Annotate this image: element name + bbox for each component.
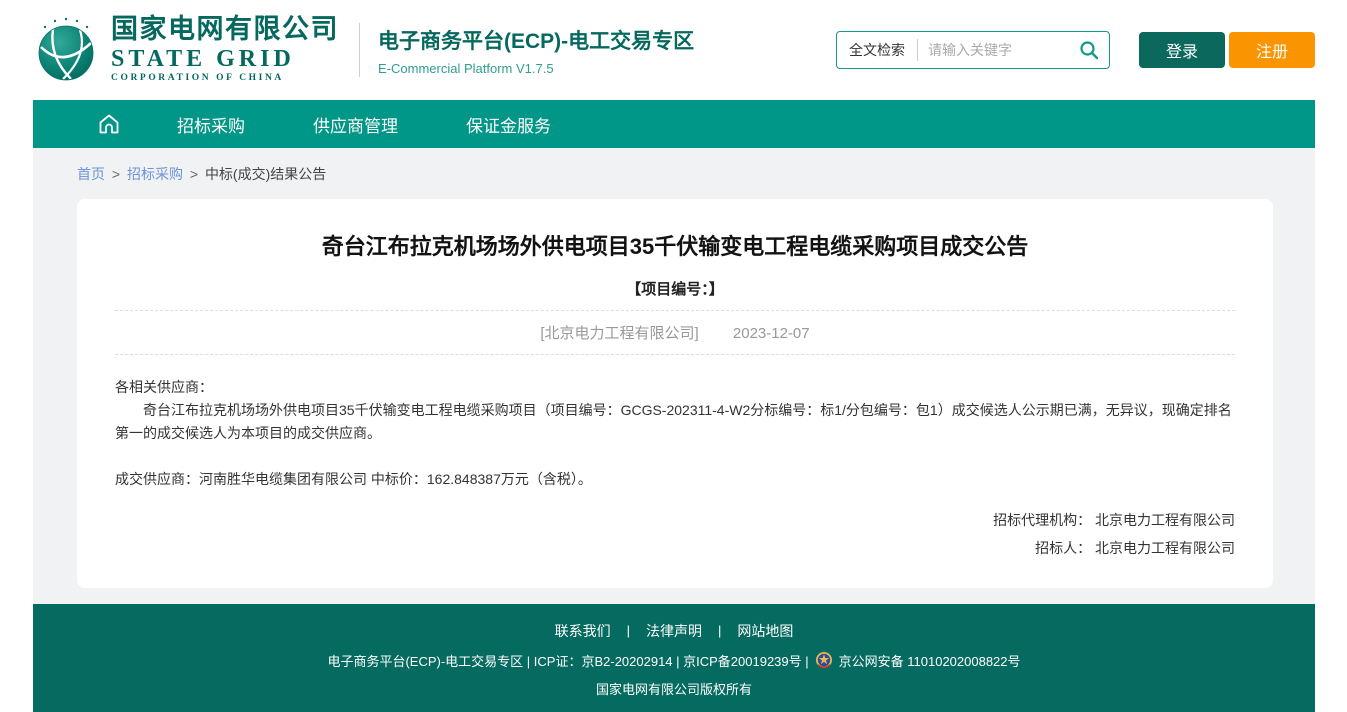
footer-info-line: 电子商务平台(ECP)-电工交易专区 | ICP证：京B2-20202914 |… <box>33 651 1315 670</box>
footer-link-sitemap[interactable]: 网站地图 <box>737 621 793 641</box>
footer: 联系我们 | 法律声明 | 网站地图 电子商务平台(ECP)-电工交易专区 | … <box>33 604 1315 712</box>
breadcrumb-current: 中标(成交)结果公告 <box>205 166 326 182</box>
breadcrumb-home-link[interactable]: 首页 <box>77 166 105 182</box>
tenderee-line: 招标人： 北京电力工程有限公司 <box>115 535 1235 562</box>
police-badge-icon <box>815 651 833 669</box>
copyright-line: 国家电网有限公司版权所有 <box>33 679 1315 698</box>
breadcrumb-bidding-link[interactable]: 招标采购 <box>127 166 183 182</box>
agency-line: 招标代理机构： 北京电力工程有限公司 <box>115 507 1235 534</box>
footer-link-contact[interactable]: 联系我们 <box>555 621 611 641</box>
footer-link-separator: | <box>627 623 630 638</box>
logo-text: 国家电网有限公司 STATE GRID CORPORATION OF CHINA <box>111 16 339 84</box>
platform-title: 电子商务平台(ECP)-电工交易专区 <box>378 25 694 55</box>
search-input[interactable] <box>918 42 1079 58</box>
footer-link-legal[interactable]: 法律声明 <box>646 621 702 641</box>
page-wrapper: 国家电网有限公司 STATE GRID CORPORATION OF CHINA… <box>33 0 1315 712</box>
breadcrumb-separator: > <box>190 166 198 182</box>
nav-item-bidding[interactable]: 招标采购 <box>177 112 245 137</box>
icp-info: 电子商务平台(ECP)-电工交易专区 | ICP证：京B2-20202914 |… <box>327 651 808 670</box>
nav-item-supplier[interactable]: 供应商管理 <box>313 112 398 137</box>
search-button[interactable] <box>1079 40 1109 60</box>
state-grid-globe-icon <box>33 17 99 83</box>
beian-number-link[interactable]: 京公网安备 11010202008822号 <box>839 651 1021 670</box>
search-scope-label: 全文检索 <box>837 40 917 60</box>
main-content-area: 首页 > 招标采购 > 中标(成交)结果公告 奇台江布拉克机场场外供电项目35千… <box>33 148 1315 604</box>
announcement-card: 奇台江布拉克机场场外供电项目35千伏输变电工程电缆采购项目成交公告 【项目编号：… <box>77 199 1273 588</box>
publish-date: 2023-12-07 <box>733 325 810 342</box>
publisher: [北京电力工程有限公司] <box>540 325 698 342</box>
breadcrumb-separator: > <box>112 166 120 182</box>
dashed-divider <box>115 310 1235 311</box>
breadcrumb: 首页 > 招标采购 > 中标(成交)结果公告 <box>33 148 1315 197</box>
platform-title-block: 电子商务平台(ECP)-电工交易专区 E-Commercial Platform… <box>378 25 694 76</box>
award-result-line: 成交供应商：河南胜华电缆集团有限公司 中标价：162.848387万元（含税）。 <box>115 468 1235 491</box>
announcement-meta: [北京电力工程有限公司] 2023-12-07 <box>77 322 1273 343</box>
platform-subtitle: E-Commercial Platform V1.7.5 <box>378 61 694 76</box>
signature-block: 招标代理机构： 北京电力工程有限公司 招标人： 北京电力工程有限公司 <box>77 491 1273 562</box>
register-button[interactable]: 注册 <box>1229 32 1315 68</box>
nav-item-deposit[interactable]: 保证金服务 <box>466 112 551 137</box>
announcement-title: 奇台江布拉克机场场外供电项目35千伏输变电工程电缆采购项目成交公告 <box>77 229 1273 261</box>
main-nav: 招标采购 供应商管理 保证金服务 <box>33 100 1315 148</box>
nav-home-item[interactable] <box>97 112 121 136</box>
project-number-line: 【项目编号：】 <box>77 278 1273 299</box>
logo-company-cn: 国家电网有限公司 <box>111 16 339 43</box>
state-grid-logo: 国家电网有限公司 STATE GRID CORPORATION OF CHINA <box>33 16 339 84</box>
logo-company-en-sub: CORPORATION OF CHINA <box>111 74 339 84</box>
footer-link-separator: | <box>718 623 721 638</box>
announcement-body: 各相关供应商： 奇台江布拉克机场场外供电项目35千伏输变电工程电缆采购项目（项目… <box>77 366 1273 491</box>
login-button[interactable]: 登录 <box>1139 32 1225 68</box>
header-divider <box>359 23 360 77</box>
search-icon <box>1079 40 1099 60</box>
dashed-divider <box>115 354 1235 355</box>
footer-links: 联系我们 | 法律声明 | 网站地图 <box>33 621 1315 641</box>
beian-badge-wrap <box>815 651 833 669</box>
logo-company-en: STATE GRID <box>111 47 339 71</box>
home-icon <box>97 112 121 136</box>
header: 国家电网有限公司 STATE GRID CORPORATION OF CHINA… <box>33 0 1315 100</box>
search-box: 全文检索 <box>836 31 1110 69</box>
salutation: 各相关供应商： <box>115 376 1235 399</box>
body-paragraph: 奇台江布拉克机场场外供电项目35千伏输变电工程电缆采购项目（项目编号：GCGS-… <box>115 399 1235 445</box>
